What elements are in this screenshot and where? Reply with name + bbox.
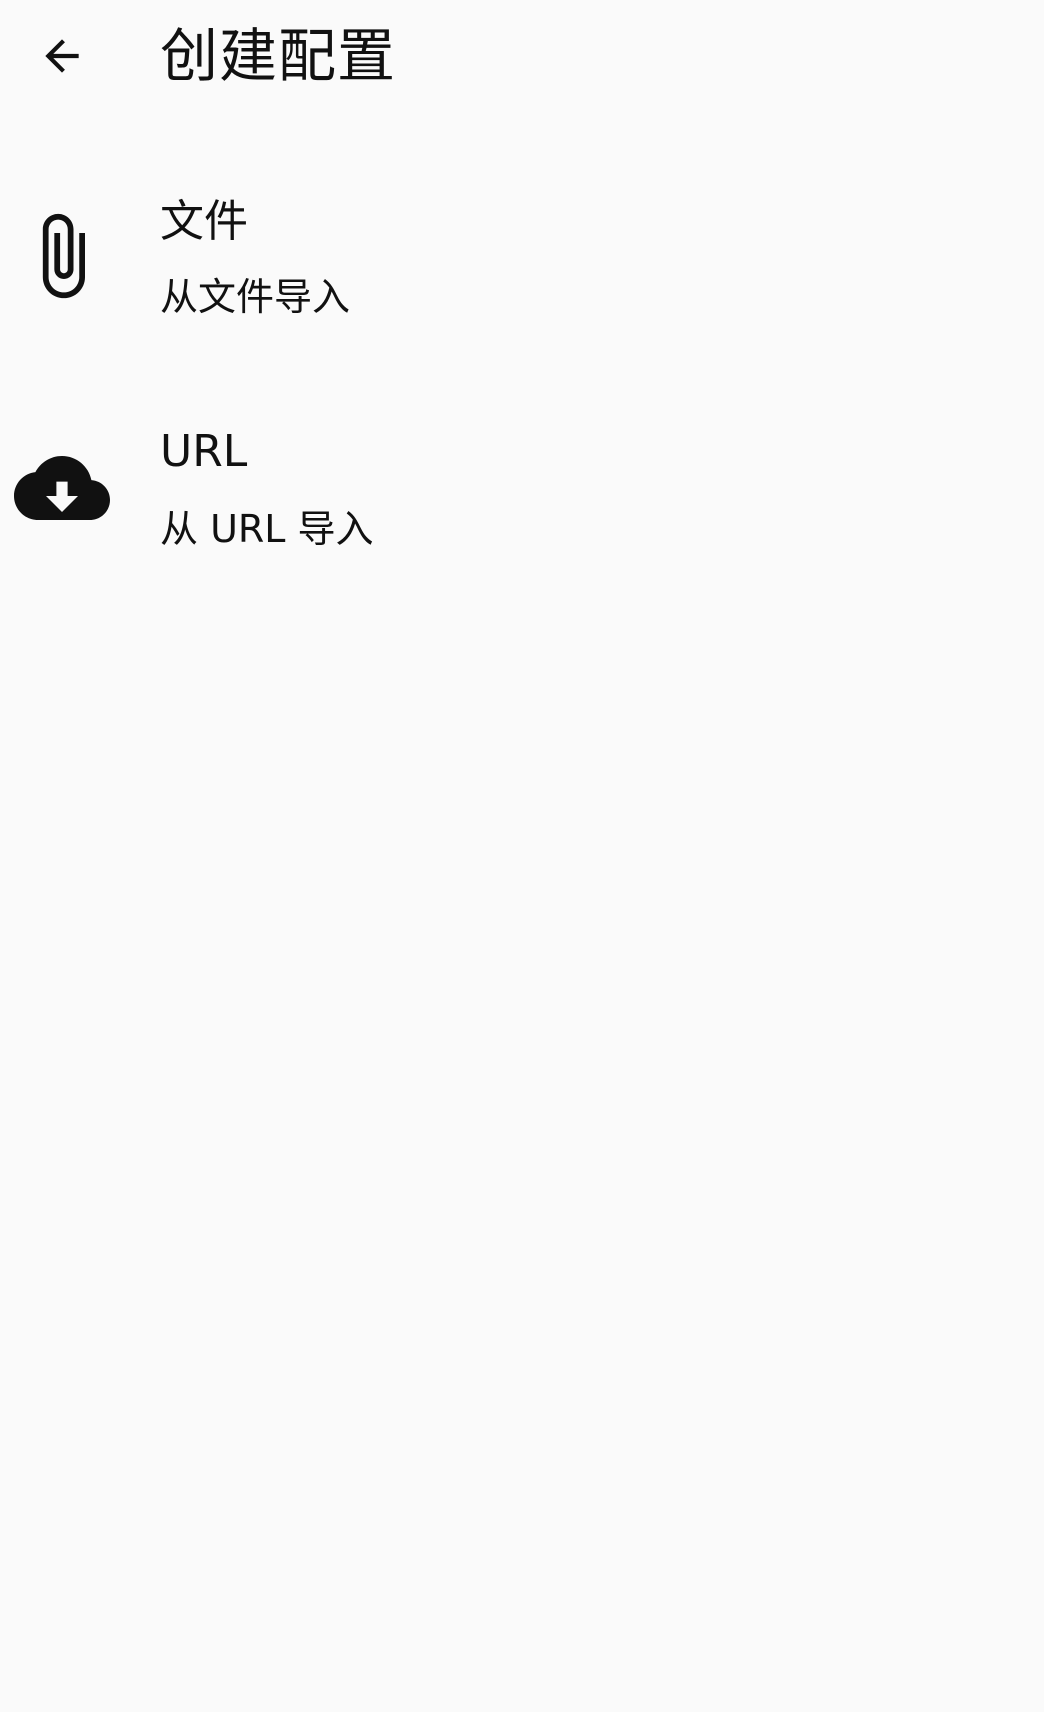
option-title: 文件 [160, 196, 248, 247]
cloud-download-icon [14, 440, 110, 536]
page-title: 创建配置 [160, 22, 397, 90]
paperclip-icon [14, 208, 110, 304]
option-subtitle: 从 URL 导入 [160, 507, 374, 551]
option-title: URL [160, 426, 248, 477]
app-bar: 创建配置 [0, 0, 1044, 112]
arrow-back-icon [45, 39, 79, 73]
import-from-url-option[interactable]: URL 从 URL 导入 [0, 372, 1044, 604]
option-subtitle: 从文件导入 [160, 275, 351, 319]
import-from-file-option[interactable]: 文件 从文件导入 [0, 140, 1044, 372]
back-button[interactable] [18, 12, 106, 100]
